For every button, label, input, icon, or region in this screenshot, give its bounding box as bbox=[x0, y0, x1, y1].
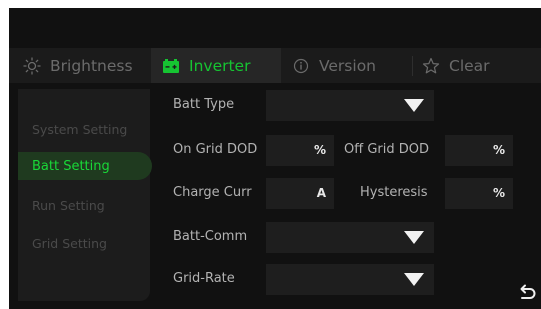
tab-brightness[interactable]: Brightness bbox=[22, 48, 150, 83]
batt-comm-select[interactable] bbox=[266, 222, 434, 253]
settings-sidebar: System Setting Batt Setting Run Setting … bbox=[18, 89, 152, 301]
dropdown-arrow-icon bbox=[404, 99, 424, 112]
sun-icon bbox=[22, 56, 42, 76]
back-button[interactable] bbox=[514, 280, 540, 304]
sidebar-item-run-setting[interactable]: Run Setting bbox=[18, 191, 152, 219]
tab-label: Clear bbox=[449, 56, 490, 75]
sidebar-item-grid-setting[interactable]: Grid Setting bbox=[18, 229, 152, 257]
star-icon bbox=[421, 56, 441, 76]
off-grid-dod-unit: % bbox=[492, 143, 505, 157]
on-grid-dod-label: On Grid DOD bbox=[173, 142, 258, 157]
tab-bar: Brightness Inverter Version Clear bbox=[9, 48, 541, 83]
grid-rate-select[interactable] bbox=[266, 264, 434, 295]
sidebar-item-system-setting[interactable]: System Setting bbox=[18, 115, 152, 143]
tab-divider bbox=[412, 56, 413, 76]
battery-icon bbox=[161, 56, 181, 76]
info-icon bbox=[291, 56, 311, 76]
back-arrow-icon bbox=[520, 284, 536, 299]
batt-comm-label: Batt-Comm bbox=[173, 229, 248, 244]
charge-curr-label: Charge Curr bbox=[173, 185, 252, 200]
tab-clear[interactable]: Clear bbox=[421, 48, 531, 83]
tab-label: Inverter bbox=[189, 56, 251, 75]
on-grid-dod-input[interactable]: % bbox=[266, 135, 334, 166]
charge-curr-input[interactable]: A bbox=[266, 178, 334, 209]
tab-label: Version bbox=[319, 56, 376, 75]
hysteresis-unit: % bbox=[492, 186, 505, 200]
tab-version[interactable]: Version bbox=[291, 48, 416, 83]
tab-label: Brightness bbox=[50, 56, 133, 75]
hysteresis-input[interactable]: % bbox=[445, 178, 513, 209]
dropdown-arrow-icon bbox=[404, 231, 424, 244]
batt-type-select[interactable] bbox=[266, 90, 434, 121]
charge-curr-unit: A bbox=[316, 186, 326, 200]
off-grid-dod-label: Off Grid DOD bbox=[344, 142, 429, 157]
grid-rate-label: Grid-Rate bbox=[173, 271, 235, 286]
batt-type-label: Batt Type bbox=[173, 97, 235, 112]
tab-inverter[interactable]: Inverter bbox=[151, 48, 281, 83]
sidebar-item-batt-setting[interactable]: Batt Setting bbox=[18, 152, 152, 180]
dropdown-arrow-icon bbox=[404, 273, 424, 286]
hysteresis-label: Hysteresis bbox=[360, 185, 428, 200]
off-grid-dod-input[interactable]: % bbox=[445, 135, 513, 166]
on-grid-dod-unit: % bbox=[313, 143, 326, 157]
